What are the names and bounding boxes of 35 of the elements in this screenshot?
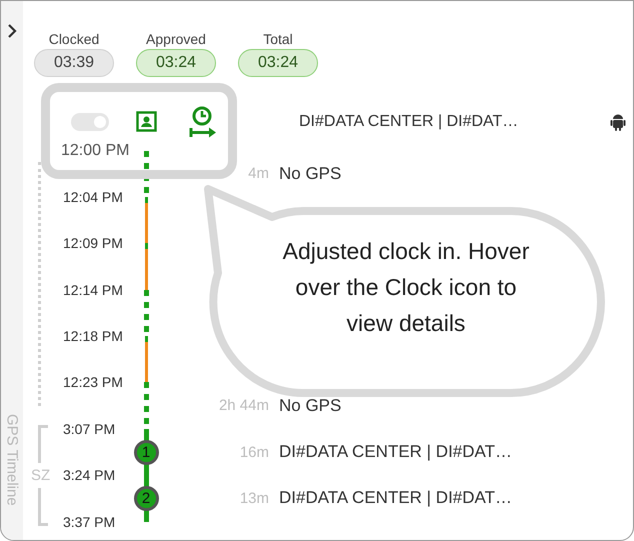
callout-text: Adjusted clock in. Hover over the Clock icon to view details: [282, 237, 530, 338]
summary-label: Total: [263, 31, 293, 47]
clock-in-icon[interactable]: [189, 106, 217, 138]
time-label: 3:24 PM: [62, 467, 116, 484]
zone-label: SZ: [31, 466, 50, 486]
time-label: 12:14 PM: [62, 282, 124, 298]
hours-pill: 03:39: [34, 49, 114, 77]
time-label: 12:09 PM: [62, 235, 124, 252]
location-text: No GPS: [278, 396, 342, 416]
bracket-line: [38, 424, 48, 463]
duration-text: 16m: [240, 444, 269, 461]
time-label: 12:04 PM: [62, 188, 124, 205]
stop-marker[interactable]: 1: [134, 440, 158, 465]
bracket-line: [38, 488, 48, 526]
time-label: 3:37 PM: [62, 514, 116, 530]
time-label: 12:00 PM: [60, 142, 130, 160]
time-label: 3:07 PM: [62, 420, 116, 437]
panel-title: GPS Timeline: [4, 414, 20, 506]
time-label: 12:18 PM: [62, 328, 124, 344]
hours-pill: 03:24: [136, 49, 216, 77]
location-text: DI#DATA CENTER | DI#DAT…: [278, 442, 514, 462]
expand-chevron-icon[interactable]: [7, 23, 17, 39]
contact-card-icon[interactable]: [136, 111, 156, 132]
duration-text: 2h 44m: [218, 397, 269, 414]
location-text: No GPS: [278, 164, 342, 184]
summary-label: Clocked: [48, 31, 100, 47]
hours-pill: 03:24: [238, 49, 318, 77]
location-text: DI#DATA CENTER | DI#DAT…: [298, 112, 520, 130]
location-text: DI#DATA CENTER | DI#DAT…: [278, 488, 514, 508]
summary-label: Approved: [146, 31, 206, 47]
stop-marker[interactable]: 2: [134, 486, 158, 511]
time-label: 12:23 PM: [62, 374, 124, 390]
duration-text: 13m: [240, 490, 269, 507]
duration-text: 4m: [248, 165, 269, 182]
android-icon: [610, 112, 626, 130]
